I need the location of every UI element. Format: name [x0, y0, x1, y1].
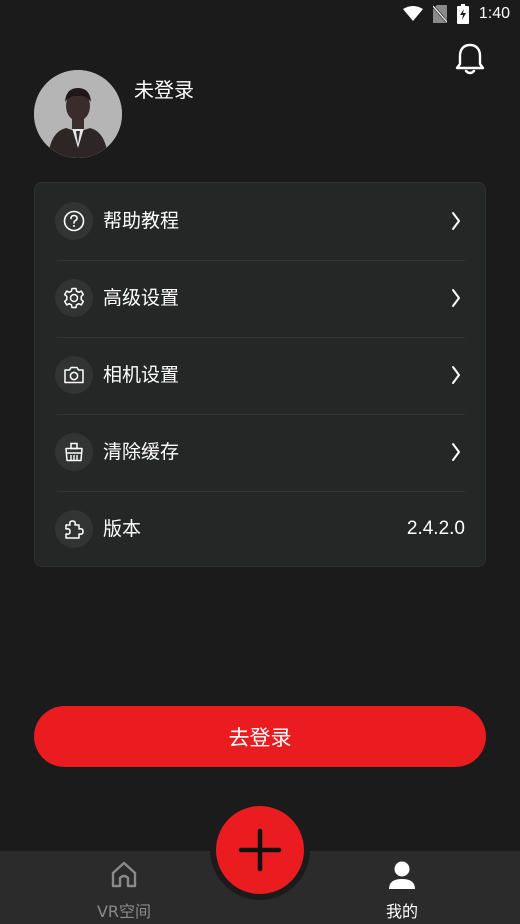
avatar[interactable] — [34, 70, 122, 158]
icon-badge — [55, 433, 93, 471]
menu-item-clear-cache[interactable]: 清除缓存 — [35, 414, 487, 491]
camera-icon — [64, 366, 84, 384]
no-sim-icon — [432, 5, 447, 23]
status-bar: 1:40 — [0, 0, 520, 30]
login-button[interactable]: 去登录 — [34, 706, 486, 767]
menu-item-label: 高级设置 — [103, 287, 180, 309]
puzzle-icon — [65, 520, 84, 539]
menu-item-label: 版本 — [103, 518, 142, 540]
notification-button[interactable] — [454, 42, 486, 76]
tab-mine[interactable]: 我的 — [322, 851, 482, 924]
battery-charging-icon — [456, 4, 469, 24]
help-icon — [63, 210, 85, 232]
home-icon — [111, 861, 137, 888]
menu-item-label: 帮助教程 — [103, 210, 180, 232]
bell-icon — [455, 43, 485, 75]
menu-item-version: 版本 2.4.2.0 — [35, 491, 487, 568]
menu-item-label: 相机设置 — [103, 364, 180, 386]
status-time: 1:40 — [478, 5, 510, 22]
menu-item-help[interactable]: 帮助教程 — [35, 183, 487, 260]
chevron-right-icon — [452, 212, 460, 230]
default-avatar-icon — [34, 70, 122, 158]
settings-menu-card: 帮助教程 高级设置 相机设置 清除缓存 版本 2.4.2.0 — [34, 182, 486, 567]
menu-item-advanced-settings[interactable]: 高级设置 — [35, 260, 487, 337]
username-label[interactable]: 未登录 — [134, 74, 194, 103]
chevron-right-icon — [452, 443, 460, 461]
chevron-right-icon — [452, 289, 460, 307]
plus-icon — [238, 828, 282, 872]
tab-label: 我的 — [385, 902, 418, 921]
person-icon — [389, 861, 415, 889]
clear-cache-icon — [65, 442, 83, 462]
icon-badge — [55, 202, 93, 240]
menu-item-label: 清除缓存 — [103, 441, 180, 463]
wifi-icon — [402, 6, 423, 21]
tab-vr-space[interactable]: VR空间 — [44, 851, 204, 924]
status-icons: 1:40 — [402, 4, 510, 24]
chevron-right-icon — [452, 366, 460, 384]
icon-badge — [55, 356, 93, 394]
tab-label: VR空间 — [96, 902, 152, 921]
icon-badge — [55, 279, 93, 317]
gear-icon — [63, 287, 85, 309]
version-value: 2.4.2.0 — [406, 518, 465, 539]
menu-item-camera-settings[interactable]: 相机设置 — [35, 337, 487, 414]
icon-badge — [55, 510, 93, 548]
add-button[interactable] — [216, 806, 304, 894]
